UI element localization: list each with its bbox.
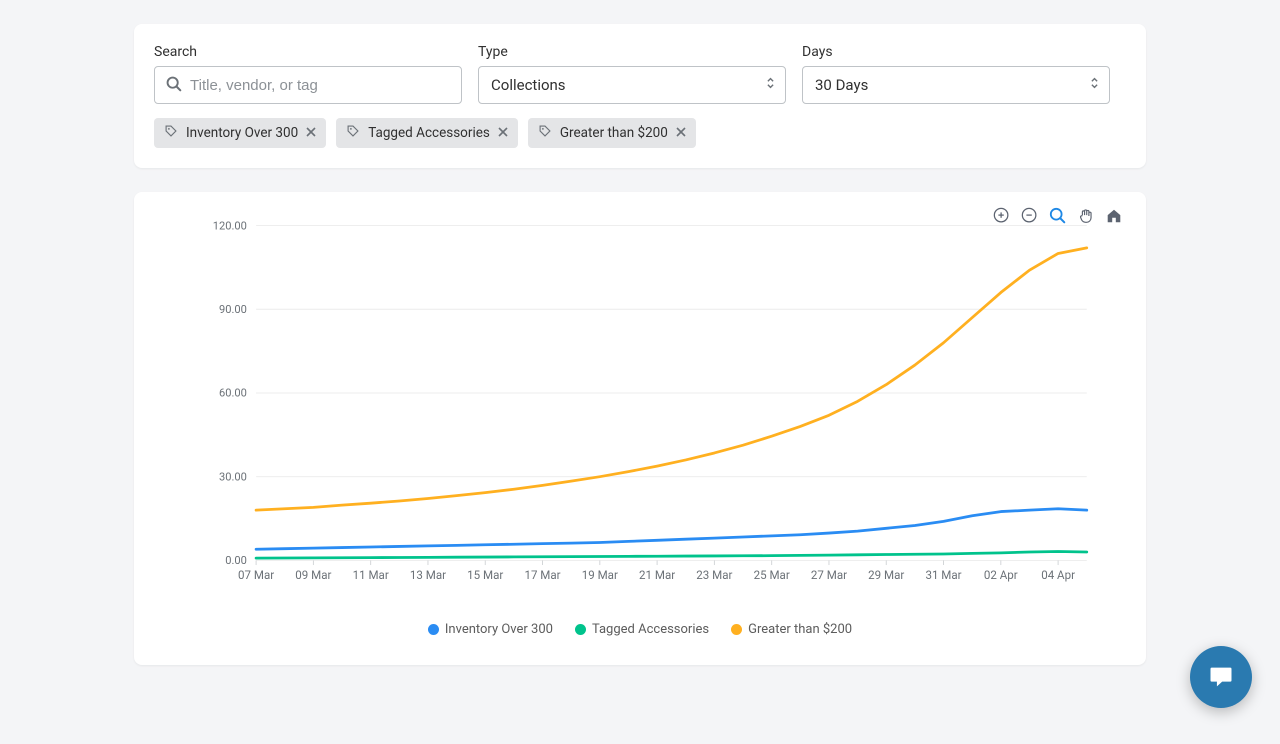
- svg-text:11 Mar: 11 Mar: [353, 568, 389, 582]
- legend-label: Greater than $200: [748, 622, 852, 637]
- type-label: Type: [478, 44, 786, 60]
- search-input[interactable]: [190, 77, 451, 94]
- svg-text:23 Mar: 23 Mar: [696, 568, 732, 582]
- svg-text:60.00: 60.00: [219, 387, 247, 400]
- search-group: Search: [154, 44, 462, 104]
- series-line: [256, 551, 1087, 558]
- days-label: Days: [802, 44, 1110, 60]
- svg-text:07 Mar: 07 Mar: [238, 568, 274, 582]
- applied-filters: Inventory Over 300 Tagged Accessories Grea…: [154, 118, 1126, 148]
- search-icon: [165, 75, 182, 96]
- svg-text:13 Mar: 13 Mar: [410, 568, 446, 582]
- svg-text:09 Mar: 09 Mar: [295, 568, 331, 582]
- legend-item[interactable]: Greater than $200: [731, 622, 852, 637]
- days-value: 30 Days: [815, 76, 868, 94]
- svg-text:0.00: 0.00: [225, 554, 247, 567]
- type-select[interactable]: Collections: [478, 66, 786, 104]
- chart-panel: 0.00 30.00 60.00 90.00 120.00 07 Mar 09 Mar 11 …: [134, 192, 1146, 665]
- legend-dot: [575, 624, 586, 635]
- filter-panel: Search Type Collections Days 30 Days: [134, 24, 1146, 168]
- svg-text:19 Mar: 19 Mar: [582, 568, 618, 582]
- search-label: Search: [154, 44, 462, 60]
- svg-text:27 Mar: 27 Mar: [811, 568, 847, 582]
- svg-text:21 Mar: 21 Mar: [639, 568, 675, 582]
- legend-label: Inventory Over 300: [445, 622, 553, 637]
- svg-text:30.00: 30.00: [219, 470, 247, 483]
- days-select[interactable]: 30 Days: [802, 66, 1110, 104]
- chip-label: Inventory Over 300: [186, 125, 298, 141]
- svg-text:25 Mar: 25 Mar: [754, 568, 790, 582]
- chart-area: 0.00 30.00 60.00 90.00 120.00 07 Mar 09 Mar 11 …: [192, 212, 1126, 622]
- svg-text:120.00: 120.00: [213, 220, 247, 232]
- close-icon[interactable]: [306, 126, 316, 140]
- legend-dot: [731, 624, 742, 635]
- caret-icon: [1090, 76, 1099, 94]
- svg-text:15 Mar: 15 Mar: [467, 568, 503, 582]
- tag-icon: [164, 124, 178, 142]
- filter-chip[interactable]: Greater than $200: [528, 118, 696, 148]
- filter-row: Search Type Collections Days 30 Days: [154, 44, 1126, 104]
- svg-text:29 Mar: 29 Mar: [868, 568, 904, 582]
- series-line: [256, 509, 1087, 549]
- legend-label: Tagged Accessories: [592, 622, 709, 637]
- svg-text:31 Mar: 31 Mar: [925, 568, 961, 582]
- caret-icon: [766, 76, 775, 94]
- filter-chip[interactable]: Tagged Accessories: [336, 118, 518, 148]
- legend-item[interactable]: Tagged Accessories: [575, 622, 709, 637]
- close-icon[interactable]: [498, 126, 508, 140]
- tag-icon: [538, 124, 552, 142]
- svg-text:17 Mar: 17 Mar: [524, 568, 560, 582]
- filter-chip[interactable]: Inventory Over 300: [154, 118, 326, 148]
- svg-text:02 Apr: 02 Apr: [984, 568, 1018, 582]
- type-value: Collections: [491, 76, 566, 94]
- chart-svg: 0.00 30.00 60.00 90.00 120.00 07 Mar 09 Mar 11 …: [192, 220, 1112, 590]
- chip-label: Greater than $200: [560, 125, 668, 141]
- type-group: Type Collections: [478, 44, 786, 104]
- chat-icon: [1207, 663, 1235, 691]
- legend-item[interactable]: Inventory Over 300: [428, 622, 553, 637]
- days-group: Days 30 Days: [802, 44, 1110, 104]
- chart-legend: Inventory Over 300 Tagged Accessories Grea…: [154, 622, 1126, 637]
- search-input-wrap[interactable]: [154, 66, 462, 104]
- close-icon[interactable]: [676, 126, 686, 140]
- legend-dot: [428, 624, 439, 635]
- svg-text:04 Apr: 04 Apr: [1041, 568, 1075, 582]
- tag-icon: [346, 124, 360, 142]
- chat-button[interactable]: [1190, 646, 1252, 708]
- svg-text:90.00: 90.00: [219, 303, 247, 316]
- chip-label: Tagged Accessories: [368, 125, 490, 141]
- series-line: [256, 248, 1087, 510]
